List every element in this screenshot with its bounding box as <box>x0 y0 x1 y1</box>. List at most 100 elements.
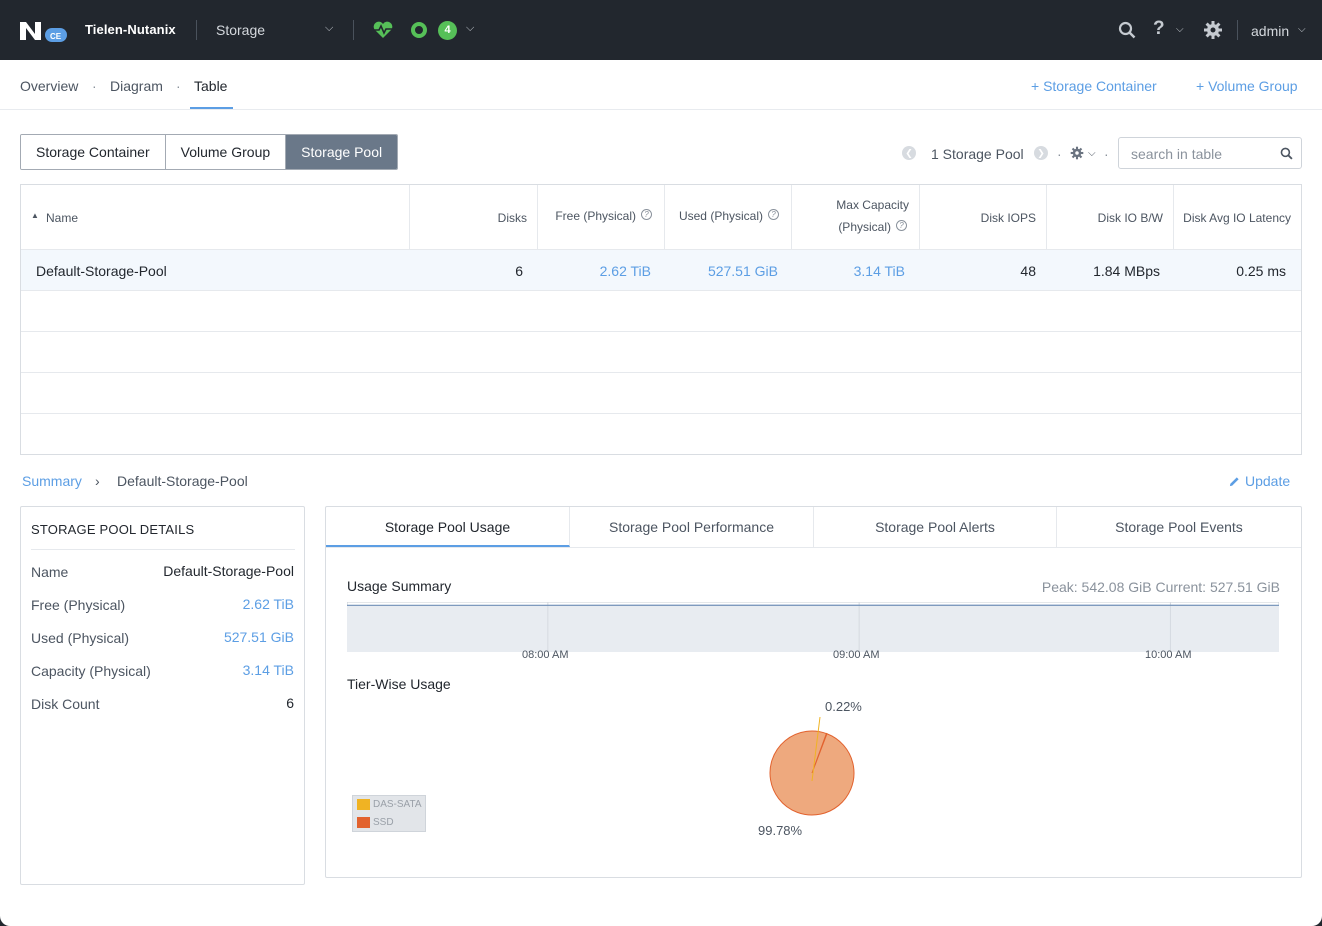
module-selector[interactable]: Storage <box>216 22 265 38</box>
add-volume-group-link[interactable]: + Volume Group <box>1196 78 1298 94</box>
details-title: STORAGE POOL DETAILS <box>31 522 195 537</box>
gear-icon[interactable] <box>1203 20 1223 40</box>
legend-label: SSD <box>373 817 394 829</box>
status-ring-icon[interactable] <box>411 22 427 38</box>
detail-value-disk-count: 6 <box>286 695 294 711</box>
cell-disks: 6 <box>515 263 523 279</box>
breadcrumb-current: Default-Storage-Pool <box>117 473 248 489</box>
tab-storage-pool-events[interactable]: Storage Pool Events <box>1057 507 1301 547</box>
empty-table-row <box>21 291 1301 332</box>
tab-overview[interactable]: Overview <box>20 78 78 94</box>
tab-storage-pool-alerts[interactable]: Storage Pool Alerts <box>814 507 1057 547</box>
legend-item-das-sata[interactable]: DAS-SATA <box>357 799 422 810</box>
column-header-used[interactable]: Used (Physical)? <box>665 185 792 250</box>
usage-summary-chart[interactable] <box>347 602 1279 652</box>
column-header-label: Disk IOPS <box>980 211 1036 225</box>
tab-diagram[interactable]: Diagram <box>110 78 163 94</box>
table-settings-gear-icon[interactable] <box>1070 146 1084 160</box>
x-tick-label: 08:00 AM <box>522 649 569 661</box>
legend-item-ssd[interactable]: SSD <box>357 817 394 828</box>
sort-ascending-icon[interactable]: ▲ <box>31 211 39 220</box>
column-header-max-capacity[interactable]: Max Capacity (Physical)? <box>792 185 920 250</box>
column-header-disk-iops[interactable]: Disk IOPS <box>920 185 1047 250</box>
detail-value-capacity-link[interactable]: 3.14 TiB <box>243 662 294 678</box>
legend-label: DAS-SATA <box>373 799 422 811</box>
pager-label: 1 Storage Pool <box>931 146 1024 162</box>
chevron-down-icon[interactable]: ⌵ <box>466 22 474 35</box>
active-tab-indicator <box>190 107 233 109</box>
legend-swatch <box>357 799 370 810</box>
update-label: Update <box>1245 473 1291 489</box>
user-menu[interactable]: admin <box>1251 23 1289 39</box>
peak-current-text: Peak: 542.08 GiB Current: 527.51 GiB <box>1041 579 1280 595</box>
next-page-icon[interactable]: ❯ <box>1034 146 1048 160</box>
column-header-label: Used (Physical)? <box>679 209 779 223</box>
table-row[interactable]: Default-Storage-Pool 6 2.62 TiB 527.51 G… <box>21 250 1301 291</box>
tab-storage-pool-usage[interactable]: Storage Pool Usage <box>326 507 570 547</box>
cell-free-link[interactable]: 2.62 TiB <box>600 263 651 279</box>
empty-table-row <box>21 332 1301 373</box>
column-header-name[interactable]: ▲ Name <box>21 185 410 250</box>
x-tick-label: 09:00 AM <box>833 649 880 661</box>
cell-name: Default-Storage-Pool <box>36 263 167 279</box>
search-icon[interactable] <box>1118 21 1136 39</box>
search-icon[interactable] <box>1280 147 1293 160</box>
chevron-down-icon[interactable]: ⌵ <box>1176 24 1184 35</box>
segment-volume-group[interactable]: Volume Group <box>165 135 287 169</box>
entity-type-switcher: Storage Container Volume Group Storage P… <box>20 134 399 170</box>
tab-storage-pool-performance[interactable]: Storage Pool Performance <box>570 507 814 547</box>
chevron-down-icon[interactable]: ⌵ <box>325 22 333 35</box>
detail-label: Used (Physical) <box>31 630 130 646</box>
breadcrumb-summary-link[interactable]: Summary <box>22 473 82 489</box>
column-header-disk-io-bw[interactable]: Disk IO B/W <box>1047 185 1174 250</box>
legend-swatch <box>357 817 370 828</box>
tab-table[interactable]: Table <box>194 78 227 94</box>
column-header-free[interactable]: Free (Physical)? <box>538 185 665 250</box>
column-header-label: Max Capacity <box>836 198 909 212</box>
chevron-down-icon[interactable]: ⌵ <box>1298 24 1306 35</box>
cell-max-capacity-link[interactable]: 3.14 TiB <box>854 263 905 279</box>
help-icon[interactable]: ? <box>896 220 907 231</box>
column-header-label: Disk Avg IO Latency <box>1183 211 1291 225</box>
previous-page-icon[interactable]: ❮ <box>902 146 916 160</box>
empty-table-row <box>21 373 1301 414</box>
storage-pool-tabs-panel: Storage Pool Usage Storage Pool Performa… <box>325 506 1302 878</box>
detail-value-name: Default-Storage-Pool <box>163 563 294 579</box>
column-header-disks[interactable]: Disks <box>410 185 538 250</box>
health-heart-icon[interactable] <box>372 20 394 40</box>
cell-disk-io-bw: 1.84 MBps <box>1093 263 1160 279</box>
usage-summary-title: Usage Summary <box>347 578 452 594</box>
update-button[interactable]: Update <box>1229 473 1290 489</box>
chevron-down-icon[interactable]: ⌵ <box>1088 148 1096 159</box>
table-search <box>1118 137 1302 169</box>
add-storage-container-link[interactable]: + Storage Container <box>1031 78 1157 94</box>
help-icon[interactable]: ? <box>641 209 652 220</box>
panel-tab-bar: Storage Pool Usage Storage Pool Performa… <box>326 507 1301 548</box>
divider <box>196 20 197 40</box>
detail-label: Disk Count <box>31 696 100 712</box>
separator-dot: · <box>92 78 97 94</box>
segment-storage-pool[interactable]: Storage Pool <box>286 135 398 169</box>
sub-nav: Overview · Diagram · Table + Storage Con… <box>0 60 1322 110</box>
help-icon[interactable]: ? <box>1153 18 1165 40</box>
column-header-label: Disk IO B/W <box>1097 211 1163 225</box>
alert-count-badge[interactable]: 4 <box>438 21 457 40</box>
cell-used-link[interactable]: 527.51 GiB <box>708 263 778 279</box>
divider <box>31 549 295 550</box>
detail-value-free-link[interactable]: 2.62 TiB <box>243 596 294 612</box>
separator-dot: · <box>176 78 181 94</box>
cluster-name[interactable]: Tielen-Nutanix <box>85 22 176 37</box>
detail-value-used-link[interactable]: 527.51 GiB <box>224 629 294 645</box>
table-search-input[interactable] <box>1131 146 1271 162</box>
storage-pool-table: ▲ Name Disks Free (Physical)? Used (Phys… <box>20 184 1302 455</box>
pie-slice-ssd[interactable] <box>769 730 855 816</box>
separator-dot: · <box>1057 146 1062 162</box>
tier-wise-pie-chart[interactable] <box>756 717 868 829</box>
segment-storage-container[interactable]: Storage Container <box>21 135 166 169</box>
help-icon[interactable]: ? <box>768 209 779 220</box>
column-header-label: (Physical)? <box>838 220 907 234</box>
top-bar: CE Tielen-Nutanix Storage ⌵ 4 ⌵ ? ⌵ admi… <box>0 0 1322 60</box>
separator-dot: · <box>1104 146 1109 162</box>
usage-area-series <box>347 605 1279 652</box>
column-header-latency[interactable]: Disk Avg IO Latency <box>1174 185 1301 250</box>
